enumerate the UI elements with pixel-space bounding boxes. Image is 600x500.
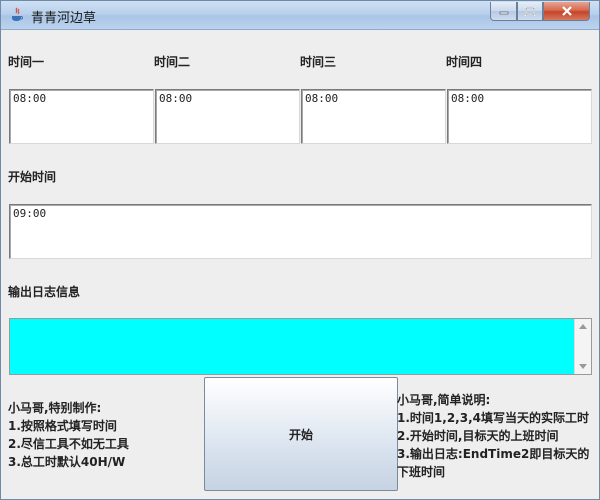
window-title: 青青河边草: [31, 11, 97, 26]
left-note-line: 3.总工时默认40H/W: [8, 455, 126, 469]
scroll-down-arrow-icon[interactable]: [579, 364, 587, 369]
left-note-line: 2.尽信工具不如无工具: [8, 437, 129, 451]
time3-field[interactable]: 08:00: [301, 89, 446, 144]
maximize-button[interactable]: [517, 2, 543, 21]
right-note-line: 3.输出日志:EndTime2即目标天的下班时间: [397, 447, 590, 479]
time2-field[interactable]: 08:00: [155, 89, 300, 144]
time1-field[interactable]: 08:00: [9, 89, 154, 144]
time4-label: 时间四: [446, 55, 483, 69]
left-note-line: 1.按照格式填写时间: [8, 419, 117, 433]
scroll-up-arrow-icon[interactable]: [579, 324, 587, 329]
right-note-line: 小马哥,简单说明:: [397, 393, 491, 407]
time2-label: 时间二: [154, 55, 191, 69]
close-icon: [561, 6, 572, 16]
start-time-field[interactable]: 09:00: [9, 204, 592, 259]
close-button[interactable]: [543, 2, 590, 21]
minimize-button[interactable]: [490, 2, 517, 21]
left-notes: 小马哥,特别制作: 1.按照格式填写时间 2.尽信工具不如无工具 3.总工时默认…: [8, 399, 129, 471]
right-note-line: 1.时间1,2,3,4填写当天的实际工时: [397, 411, 589, 425]
time3-label: 时间三: [300, 55, 337, 69]
minimize-icon: [499, 11, 508, 15]
time4-field[interactable]: 08:00: [447, 89, 592, 144]
app-window: 青青河边草 时间一 时间二 时间三 时间四 08:00 08:00 08:00: [0, 0, 600, 500]
start-time-label: 开始时间: [8, 170, 57, 184]
log-output-area[interactable]: [9, 318, 592, 375]
log-label: 输出日志信息: [8, 285, 81, 299]
start-button[interactable]: 开始: [204, 377, 398, 491]
content-panel: 时间一 时间二 时间三 时间四 08:00 08:00 08:00 08:00 …: [2, 31, 598, 499]
time1-label: 时间一: [8, 55, 45, 69]
log-scrollbar[interactable]: [574, 319, 591, 374]
java-app-icon: [12, 7, 23, 21]
log-text[interactable]: [10, 319, 574, 374]
left-note-line: 小马哥,特别制作:: [8, 401, 102, 415]
right-notes: 小马哥,简单说明: 1.时间1,2,3,4填写当天的实际工时 2.开始时间,目标…: [397, 391, 593, 481]
right-note-line: 2.开始时间,目标天的上班时间: [397, 429, 559, 443]
title-bar[interactable]: 青青河边草: [1, 1, 599, 30]
maximize-icon: [525, 6, 535, 16]
